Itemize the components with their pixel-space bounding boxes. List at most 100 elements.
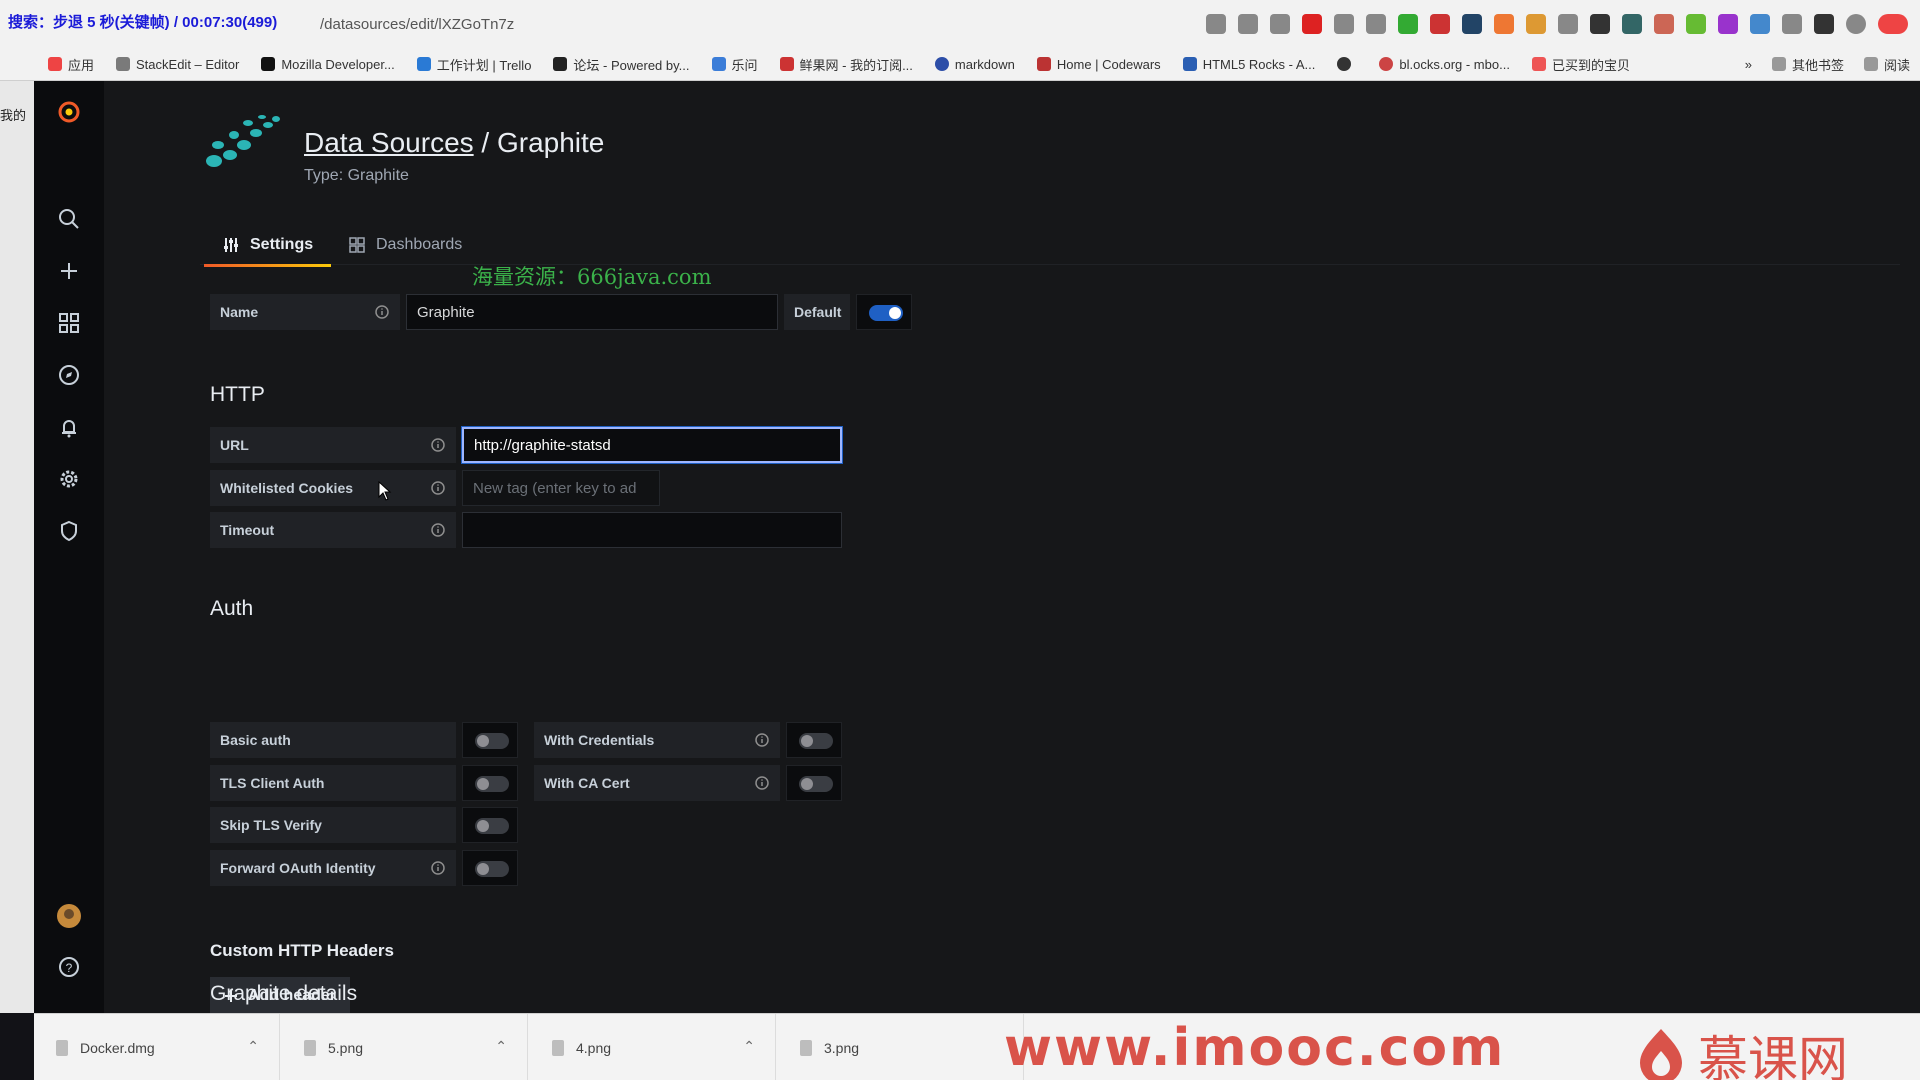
flame-logo-icon: [1640, 1029, 1682, 1080]
toggle-knob: [801, 735, 813, 747]
default-label: Default: [784, 294, 850, 330]
folder-icon: [1771, 57, 1786, 71]
bookmark-item[interactable]: 乐问: [711, 55, 758, 74]
bookmark-item[interactable]: bl.ocks.org - mbo...: [1379, 57, 1510, 72]
search-icon: [59, 209, 79, 229]
info-icon[interactable]: [374, 304, 390, 320]
bookmark-item[interactable]: StackEdit – Editor: [116, 57, 239, 72]
url-input[interactable]: http://graphite-statsd: [462, 427, 842, 463]
default-toggle[interactable]: [869, 305, 903, 321]
zoom-icon[interactable]: [1238, 14, 1258, 34]
chevron-up-icon[interactable]: ⌃: [495, 1038, 507, 1055]
info-icon[interactable]: [430, 522, 446, 538]
bookmark-item[interactable]: [1337, 57, 1357, 71]
svg-text:?: ?: [66, 961, 73, 975]
file-icon: [304, 1039, 316, 1056]
other-bookmarks[interactable]: 其他书签: [1771, 55, 1844, 74]
bookmark-item[interactable]: markdown: [934, 57, 1015, 72]
profile-avatar[interactable]: [1846, 14, 1866, 34]
bookmark-item[interactable]: Mozilla Developer...: [261, 57, 395, 72]
shield-extension-icon[interactable]: [1558, 14, 1578, 34]
custom-headers-title: Custom HTTP Headers: [210, 941, 394, 960]
evernote-extension-icon[interactable]: [1398, 14, 1418, 34]
name-input[interactable]: Graphite: [406, 294, 778, 330]
info-icon[interactable]: [430, 860, 446, 876]
whitelisted-cookies-label: Whitelisted Cookies: [210, 470, 456, 506]
bookmark-item[interactable]: 论坛 - Powered by...: [553, 55, 690, 74]
reading-list[interactable]: 阅读: [1863, 55, 1910, 74]
plus-icon: [61, 263, 77, 279]
extension-icon[interactable]: [1622, 14, 1642, 34]
tls-client-auth-label: TLS Client Auth: [210, 765, 456, 801]
explore-button[interactable]: [34, 350, 104, 400]
whitelisted-cookies-input[interactable]: New tag (enter key to ad: [462, 470, 660, 506]
skip-tls-verify-toggle[interactable]: [475, 818, 509, 834]
bookmark-item[interactable]: HTML5 Rocks - A...: [1182, 57, 1315, 72]
info-icon[interactable]: [754, 732, 770, 748]
toggle-knob: [801, 778, 813, 790]
extension-icon[interactable]: [1654, 14, 1674, 34]
side-menu: ?: [34, 81, 104, 1013]
star-icon[interactable]: [1270, 14, 1290, 34]
create-button[interactable]: [34, 246, 104, 296]
extension-icon[interactable]: [1750, 14, 1770, 34]
auth-section-title: Auth: [210, 597, 254, 620]
download-item[interactable]: 4.png ⌃: [530, 1014, 776, 1080]
bookmark-item[interactable]: 已买到的宝贝: [1531, 55, 1630, 74]
help-button[interactable]: ?: [34, 942, 104, 992]
with-ca-cert-toggle-container: [786, 765, 842, 801]
extension-icon[interactable]: [1430, 14, 1450, 34]
address-bar[interactable]: /datasources/edit/lXZGoTn7z: [320, 16, 514, 33]
grafana-logo[interactable]: [34, 87, 104, 137]
tls-client-auth-toggle[interactable]: [475, 776, 509, 792]
skip-tls-verify-toggle-container: [462, 807, 518, 843]
with-credentials-label: With Credentials: [534, 722, 780, 758]
rss-extension-icon[interactable]: [1494, 14, 1514, 34]
with-ca-cert-toggle[interactable]: [799, 776, 833, 792]
alerting-button[interactable]: [34, 402, 104, 452]
bookmark-item[interactable]: 应用: [48, 55, 94, 74]
extension-icon[interactable]: [1462, 14, 1482, 34]
forward-oauth-toggle[interactable]: [475, 861, 509, 877]
pen-extension-icon[interactable]: [1366, 14, 1386, 34]
update-button[interactable]: [1878, 14, 1908, 34]
bookmarks-more-button[interactable]: »: [1745, 57, 1752, 72]
stackedit-icon: [116, 57, 131, 71]
extension-icon[interactable]: [1590, 14, 1610, 34]
imooc-logo: 慕课网: [1634, 1020, 1848, 1080]
download-item[interactable]: 5.png ⌃: [282, 1014, 528, 1080]
server-admin-button[interactable]: [34, 506, 104, 556]
basic-auth-toggle[interactable]: [475, 733, 509, 749]
info-icon[interactable]: [430, 437, 446, 453]
chevron-up-icon[interactable]: ⌃: [743, 1038, 755, 1055]
extension-icon[interactable]: [1334, 14, 1354, 34]
timeout-input[interactable]: [462, 512, 842, 548]
configuration-button[interactable]: [34, 454, 104, 504]
bookmark-item[interactable]: Home | Codewars: [1036, 57, 1161, 72]
tab-dashboards[interactable]: Dashboards: [330, 225, 480, 265]
with-credentials-toggle[interactable]: [799, 733, 833, 749]
bookmark-item[interactable]: 鲜果网 - 我的订阅...: [779, 55, 913, 74]
compass-icon: [59, 365, 79, 385]
search-button[interactable]: [34, 194, 104, 244]
info-icon[interactable]: [754, 775, 770, 791]
extension-icon[interactable]: [1718, 14, 1738, 34]
download-item[interactable]: 3.png: [778, 1014, 1024, 1080]
extension-icon[interactable]: [1782, 14, 1802, 34]
extension-icon[interactable]: [1526, 14, 1546, 34]
dashboards-icon: [349, 237, 365, 253]
translate-icon[interactable]: [1206, 14, 1226, 34]
dashboards-button[interactable]: [34, 298, 104, 348]
breadcrumb-data-sources[interactable]: Data Sources: [304, 127, 474, 158]
breadcrumb-separator: /: [473, 127, 497, 158]
opera-extension-icon[interactable]: [1302, 14, 1322, 34]
tab-settings[interactable]: Settings: [204, 225, 332, 267]
chevron-up-icon[interactable]: ⌃: [247, 1038, 259, 1055]
puzzle-icon[interactable]: [1814, 14, 1834, 34]
extension-icon[interactable]: [1686, 14, 1706, 34]
user-avatar[interactable]: [34, 891, 104, 941]
download-item[interactable]: Docker.dmg ⌃: [34, 1014, 280, 1080]
bookmark-item[interactable]: 工作计划 | Trello: [416, 55, 531, 74]
info-icon[interactable]: [430, 480, 446, 496]
page-subtitle: Type: Graphite: [304, 167, 409, 184]
